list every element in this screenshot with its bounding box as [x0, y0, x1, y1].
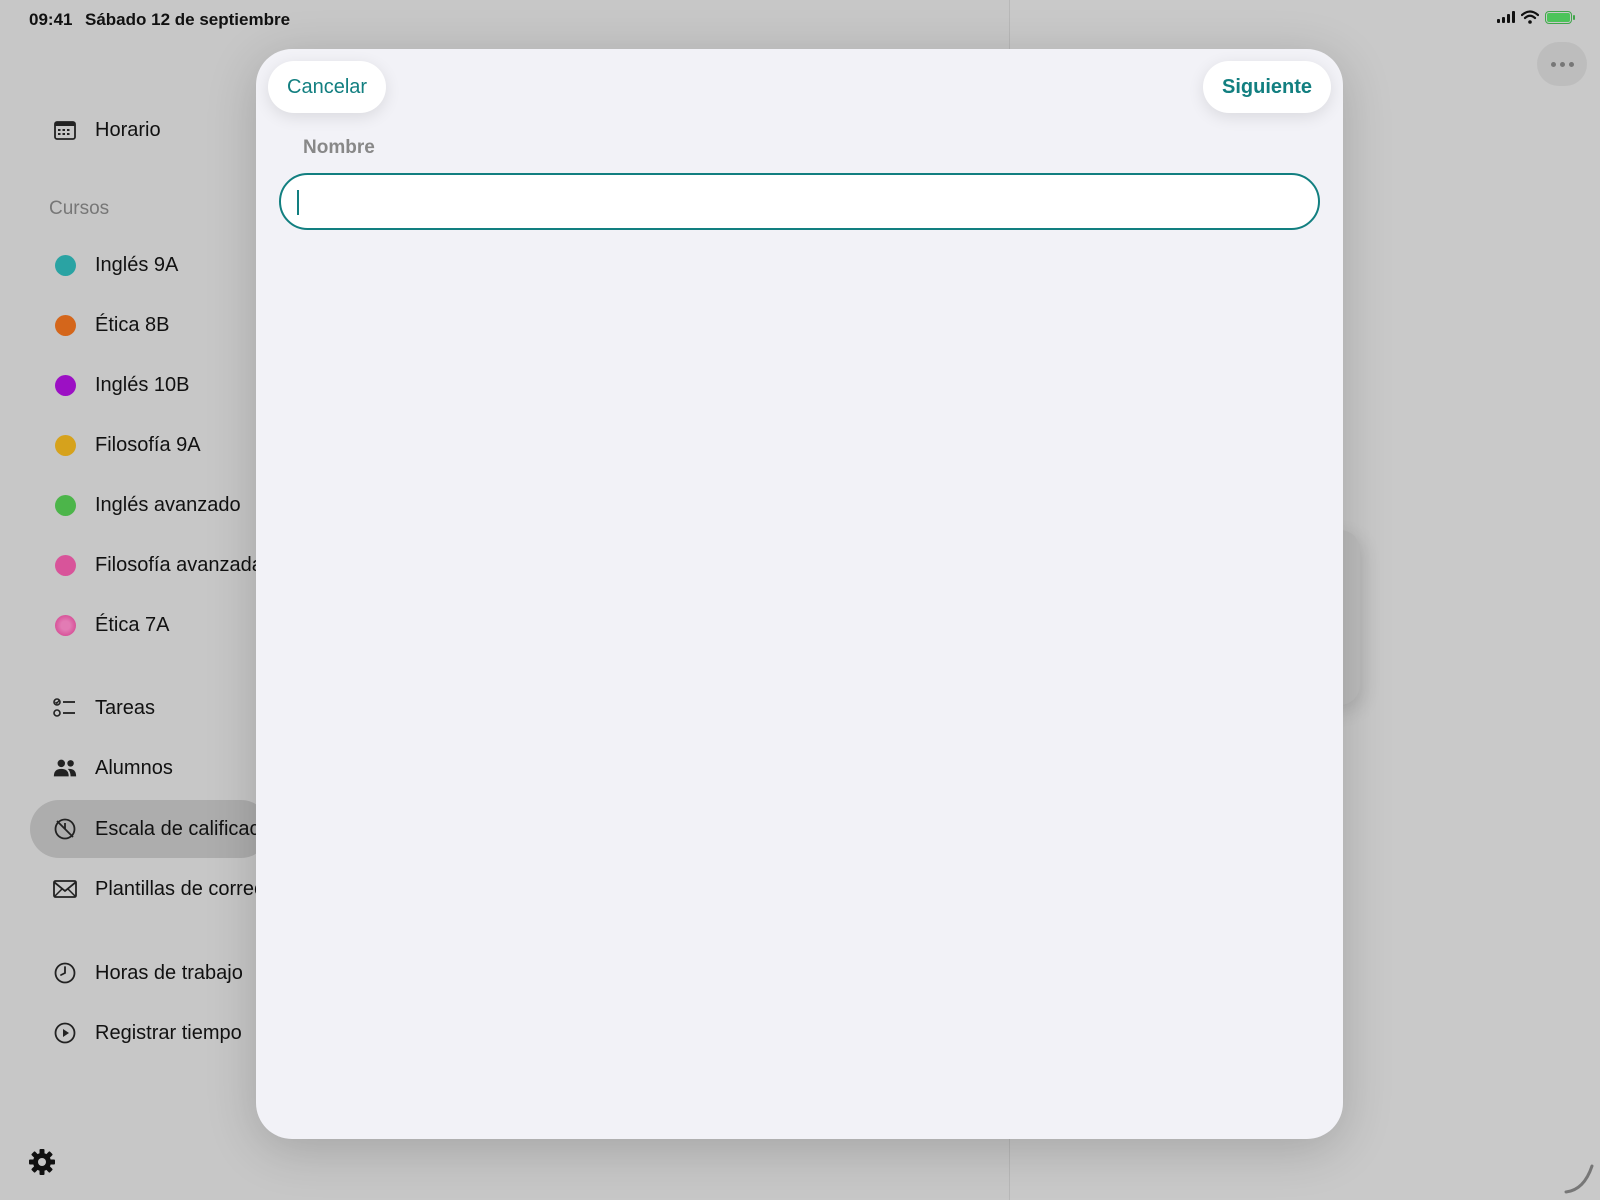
- sidebar-item-course[interactable]: Inglés 10B: [30, 356, 270, 414]
- sidebar-item-label: Plantillas de correo: [95, 877, 266, 900]
- play-circle-icon: [52, 1020, 78, 1046]
- clock-icon: [52, 960, 78, 986]
- status-icons: [1497, 10, 1575, 24]
- course-color-dot: [54, 314, 76, 336]
- name-field-label: Nombre: [303, 137, 375, 158]
- sidebar-item-label: Filosofía avanzada: [95, 553, 263, 576]
- students-icon: [52, 755, 78, 781]
- sidebar-item-students[interactable]: Alumnos: [30, 739, 270, 797]
- sidebar-item-grade-scale[interactable]: Escala de calificac: [30, 800, 270, 858]
- sidebar-item-label: Alumnos: [95, 756, 173, 779]
- resize-handle-icon[interactable]: [1562, 1160, 1598, 1196]
- status-time: 09:41: [29, 10, 73, 29]
- sidebar-item-label: Filosofía 9A: [95, 433, 201, 456]
- sidebar-item-label: Horas de trabajo: [95, 961, 243, 984]
- cancel-button[interactable]: Cancelar: [268, 61, 387, 113]
- status-bar: 09:41 Sábado 12 de septiembre: [0, 0, 1600, 38]
- sidebar-item-course[interactable]: Filosofía avanzada: [30, 536, 270, 594]
- courses-section-title: Cursos: [49, 198, 110, 219]
- course-color-dot: [54, 554, 76, 576]
- name-input[interactable]: [281, 175, 1318, 228]
- sidebar-item-label: Registrar tiempo: [95, 1021, 242, 1044]
- calendar-icon: [52, 117, 78, 143]
- sidebar-item-label: Inglés 9A: [95, 253, 179, 276]
- sidebar-item-label: Inglés 10B: [95, 373, 190, 396]
- tasks-icon: [52, 695, 78, 721]
- sidebar-item-label: Tareas: [95, 696, 156, 719]
- course-color-dot: [54, 254, 76, 276]
- sidebar: Horario Cursos Inglés 9A Ética 8B Inglés…: [0, 38, 270, 1200]
- sidebar-item-tasks[interactable]: Tareas: [30, 679, 270, 737]
- sidebar-item-working-hours[interactable]: Horas de trabajo: [30, 944, 270, 1002]
- course-color-dot: [54, 494, 76, 516]
- cellular-signal-icon: [1497, 11, 1515, 23]
- sidebar-item-course[interactable]: Filosofía 9A: [30, 416, 270, 474]
- new-grade-scale-sheet: Cancelar Siguiente Nombre: [256, 49, 1343, 1139]
- sidebar-item-course[interactable]: Ética 7A: [30, 596, 270, 654]
- sidebar-item-label: Ética 8B: [95, 313, 170, 336]
- status-date: Sábado 12 de septiembre: [85, 10, 291, 29]
- next-button[interactable]: Siguiente: [1202, 61, 1331, 113]
- course-color-dot: [54, 374, 76, 396]
- wifi-icon: [1521, 10, 1539, 24]
- course-color-dot: [54, 614, 76, 636]
- sidebar-item-label: Inglés avanzado: [95, 493, 241, 516]
- text-cursor: [297, 190, 299, 215]
- more-options-button[interactable]: [1537, 42, 1587, 86]
- sidebar-item-schedule[interactable]: Horario: [30, 101, 270, 159]
- sidebar-item-label: Escala de calificac: [95, 817, 260, 840]
- sidebar-item-mail-templates[interactable]: Plantillas de correo: [30, 860, 270, 918]
- gear-icon[interactable]: [28, 1148, 56, 1176]
- sidebar-item-label: Ética 7A: [95, 613, 170, 636]
- battery-charging-icon: [1545, 10, 1575, 24]
- name-field-container[interactable]: [279, 173, 1320, 230]
- sidebar-item-course[interactable]: Inglés 9A: [30, 236, 270, 294]
- sidebar-item-log-time[interactable]: Registrar tiempo: [30, 1004, 270, 1062]
- sidebar-item-course[interactable]: Inglés avanzado: [30, 476, 270, 534]
- sidebar-item-course[interactable]: Ética 8B: [30, 296, 270, 354]
- grade-scale-icon: [52, 816, 78, 842]
- sidebar-item-label: Horario: [95, 118, 161, 141]
- course-color-dot: [54, 434, 76, 456]
- mail-icon: [52, 876, 78, 902]
